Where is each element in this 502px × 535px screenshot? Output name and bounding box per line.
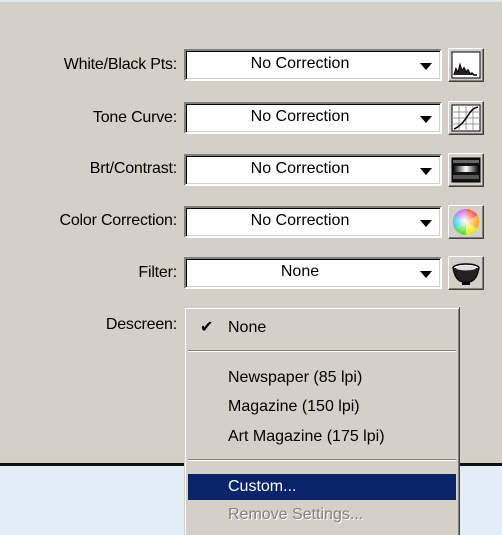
gradient-icon xyxy=(451,157,481,183)
color-correction-label: Color Correction: xyxy=(59,212,177,229)
menu-item-newspaper[interactable]: Newspaper (85 lpi) xyxy=(188,365,456,391)
menu-item-label: Art Magazine (175 lpi) xyxy=(228,428,385,445)
chevron-down-icon xyxy=(420,116,432,123)
descreen-label: Descreen: xyxy=(105,316,177,333)
menu-separator xyxy=(188,350,456,352)
tone-curve-button[interactable] xyxy=(448,101,484,135)
chevron-down-icon xyxy=(420,63,432,70)
descreen-menu: ✔ None Newspaper (85 lpi) Magazine (150 … xyxy=(184,307,460,535)
filter-label: Filter: xyxy=(138,264,177,281)
white-black-dropdown[interactable]: No Correction xyxy=(184,49,442,81)
color-correction-button[interactable] xyxy=(448,205,484,239)
brt-contrast-label: Brt/Contrast: xyxy=(89,160,177,177)
color-correction-dropdown[interactable]: No Correction xyxy=(184,206,442,238)
menu-item-remove-settings: Remove Settings... xyxy=(188,502,456,528)
histogram-button[interactable] xyxy=(448,48,484,82)
histogram-icon xyxy=(451,51,481,79)
brt-contrast-value: No Correction xyxy=(250,160,350,177)
checkmark-icon: ✔ xyxy=(200,319,214,336)
brightness-button[interactable] xyxy=(448,153,484,187)
bowl-icon xyxy=(452,263,480,285)
color-correction-value: No Correction xyxy=(250,212,350,229)
panel-top-edge xyxy=(0,0,502,2)
menu-item-label: Magazine (150 lpi) xyxy=(228,398,360,415)
tone-curve-value: No Correction xyxy=(250,108,350,125)
tone-curve-dropdown[interactable]: No Correction xyxy=(184,102,442,134)
filter-value: None xyxy=(280,263,320,280)
menu-item-label: Custom... xyxy=(228,478,297,495)
menu-item-custom[interactable]: Custom... xyxy=(188,474,456,500)
menu-item-none[interactable]: ✔ None xyxy=(188,315,456,341)
white-black-label: White/Black Pts: xyxy=(63,56,177,73)
menu-item-label: None xyxy=(228,319,267,336)
tone-curve-label: Tone Curve: xyxy=(92,109,177,126)
chevron-down-icon xyxy=(420,168,432,175)
curve-icon xyxy=(451,104,481,132)
menu-item-magazine[interactable]: Magazine (150 lpi) xyxy=(188,394,456,420)
filter-button[interactable] xyxy=(448,256,484,290)
menu-item-label: Remove Settings... xyxy=(228,506,364,523)
color-wheel-icon xyxy=(452,208,480,236)
brt-contrast-dropdown[interactable]: No Correction xyxy=(184,154,442,186)
menu-separator xyxy=(188,459,456,461)
menu-item-label: Newspaper (85 lpi) xyxy=(228,369,363,386)
menu-item-art-magazine[interactable]: Art Magazine (175 lpi) xyxy=(188,424,456,450)
white-black-value: No Correction xyxy=(250,55,350,72)
chevron-down-icon xyxy=(420,220,432,227)
chevron-down-icon xyxy=(420,271,432,278)
filter-dropdown[interactable]: None xyxy=(184,257,442,289)
